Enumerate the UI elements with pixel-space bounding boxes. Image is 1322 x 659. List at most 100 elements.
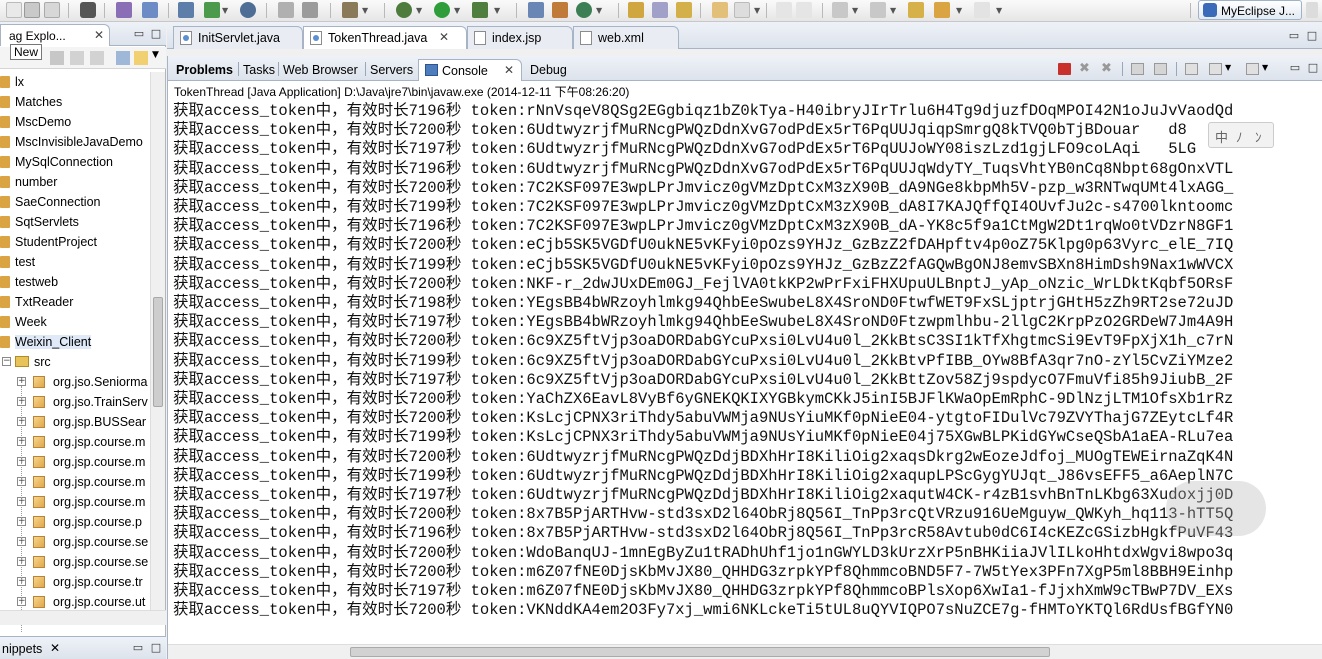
remove-launch-icon[interactable]: ✖ (1079, 62, 1092, 75)
chevron-down-icon[interactable]: ▼ (416, 6, 422, 15)
tab-initservlet[interactable]: InitServlet.java (173, 26, 303, 49)
tree-item-project[interactable]: number (0, 172, 150, 192)
server-icon[interactable] (178, 2, 194, 18)
maximize-icon[interactable]: □ (150, 28, 162, 40)
close-icon[interactable]: ✕ (439, 30, 449, 44)
view-menu-icon[interactable]: ▼ (152, 50, 159, 60)
new-icon[interactable] (6, 2, 22, 18)
minimize-icon[interactable]: ▭ (133, 28, 145, 40)
tab-problems[interactable]: Problems (172, 59, 238, 81)
folder-icon[interactable] (676, 2, 692, 18)
display-console-icon[interactable] (1209, 63, 1222, 75)
close-icon[interactable]: ✕ (94, 28, 104, 42)
pin-console-icon[interactable] (1185, 63, 1198, 75)
tree-item-project[interactable]: Week (0, 312, 150, 332)
tree-item-package[interactable]: + org.jsp.BUSSear (0, 412, 150, 432)
tree-item-package[interactable]: + org.jsp.course.m (0, 472, 150, 492)
minimize-icon[interactable]: ▭ (1289, 62, 1301, 74)
tree-item-project[interactable]: StudentProject (0, 232, 150, 252)
scroll-lock-icon[interactable] (1154, 63, 1167, 75)
back-icon[interactable] (50, 51, 64, 65)
tab-snippets[interactable]: nippets (2, 642, 42, 656)
tree-item-package[interactable]: + org.jsp.course.m (0, 492, 150, 512)
tree-item-package[interactable]: + org.jsp.course.p (0, 512, 150, 532)
maximize-icon[interactable]: □ (1306, 30, 1318, 42)
console-output[interactable]: 获取access_token中，有效时长7196秒 token:rNnVsqeV… (173, 102, 1313, 642)
ime-status-bar[interactable]: 中 ﾉ ﾝ (1208, 122, 1274, 148)
annotation-icon[interactable] (734, 2, 750, 18)
tree-item-project[interactable]: testweb (0, 272, 150, 292)
open-console-icon[interactable] (1246, 63, 1259, 75)
maximize-icon[interactable]: □ (1307, 62, 1319, 74)
remove-all-icon[interactable]: ✖ (1101, 62, 1114, 75)
chevron-down-icon[interactable]: ▼ (890, 6, 896, 15)
minimize-icon[interactable]: ▭ (132, 642, 144, 654)
collapse-icon[interactable]: − (2, 357, 11, 366)
new-package-icon[interactable] (552, 2, 568, 18)
tree-item-project[interactable]: test (0, 252, 150, 272)
tab-package-explorer[interactable]: ag Explo... ✕ (0, 24, 110, 46)
tree-item-project[interactable]: SqtServlets (0, 212, 150, 232)
clear-console-icon[interactable] (1131, 63, 1144, 75)
chevron-down-icon[interactable]: ▼ (494, 6, 500, 15)
console-horizontal-scrollbar[interactable] (168, 644, 1322, 659)
chevron-down-icon[interactable]: ▼ (1262, 63, 1268, 72)
tab-web-xml[interactable]: web.xml (573, 26, 679, 49)
chevron-down-icon[interactable]: ▼ (1225, 63, 1231, 72)
maximize-icon[interactable]: □ (150, 642, 162, 654)
tree-item-src[interactable]: − src (0, 352, 150, 372)
perspective-switcher[interactable]: MyEclipse J... (1198, 0, 1302, 20)
prev-annotation-icon[interactable] (870, 2, 886, 18)
tab-console[interactable]: Console ✕ (418, 59, 522, 81)
tab-index-jsp[interactable]: index.jsp (467, 26, 573, 49)
refresh-icon[interactable] (576, 2, 592, 18)
print-icon[interactable] (80, 2, 96, 18)
home-icon[interactable] (90, 51, 104, 65)
chevron-down-icon[interactable]: ▼ (596, 6, 602, 15)
build-icon[interactable] (342, 2, 358, 18)
tree-item-package[interactable]: + org.jsp.course.se (0, 552, 150, 572)
mark-icon[interactable] (796, 2, 812, 18)
collapse-all-icon[interactable] (116, 51, 130, 65)
tab-tasks[interactable]: Tasks (240, 59, 278, 81)
last-edit-icon[interactable] (908, 2, 924, 18)
tool2-icon[interactable] (302, 2, 318, 18)
tree-item-package[interactable]: + org.jso.TrainServ (0, 392, 150, 412)
chevron-down-icon[interactable]: ▼ (956, 6, 962, 15)
open-type-icon[interactable] (142, 2, 158, 18)
tree-item-package[interactable]: + org.jsp.course.se (0, 532, 150, 552)
chevron-down-icon[interactable]: ▼ (996, 6, 1002, 15)
debug-icon[interactable] (396, 2, 412, 18)
tree-item-project[interactable]: lx (0, 72, 150, 92)
tab-tokenthread[interactable]: TokenThread.java ✕ (303, 26, 467, 49)
deploy-icon[interactable] (204, 2, 220, 18)
tree-item-package[interactable]: + org.jsp.course.m (0, 452, 150, 472)
tree-item-package[interactable]: + org.jsp.course.ut (0, 592, 150, 610)
tab-servers[interactable]: Servers (367, 59, 417, 81)
run-icon[interactable] (434, 2, 450, 18)
tree-item-project[interactable]: Weixin_Client (0, 332, 150, 352)
chevron-down-icon[interactable]: ▼ (454, 6, 460, 15)
overflow-icon[interactable] (1306, 2, 1318, 18)
close-icon[interactable]: ✕ (504, 63, 514, 77)
run-external-icon[interactable] (472, 2, 488, 18)
tree-item-package[interactable]: + org.jso.Seniorma (0, 372, 150, 392)
new-class-icon[interactable] (528, 2, 544, 18)
expand-icon[interactable]: + (17, 377, 26, 386)
next-annotation-icon[interactable] (832, 2, 848, 18)
tree-item-project[interactable]: MscDemo (0, 112, 150, 132)
tree-item-project[interactable]: SaeConnection (0, 192, 150, 212)
search-icon[interactable] (652, 2, 668, 18)
tree-item-project[interactable]: TxtReader (0, 292, 150, 312)
tree-item-package[interactable]: + org.jsp.course.tr (0, 572, 150, 592)
tool-icon[interactable] (278, 2, 294, 18)
close-icon[interactable]: ✕ (50, 641, 60, 655)
globe-icon[interactable] (240, 2, 256, 18)
forward-icon[interactable] (974, 2, 990, 18)
minimize-icon[interactable]: ▭ (1288, 30, 1300, 42)
chevron-down-icon[interactable]: ▼ (222, 6, 228, 15)
chevron-down-icon[interactable]: ▼ (754, 6, 760, 15)
pen-icon[interactable] (776, 2, 792, 18)
task-icon[interactable] (712, 2, 728, 18)
save-all-icon[interactable] (44, 2, 60, 18)
